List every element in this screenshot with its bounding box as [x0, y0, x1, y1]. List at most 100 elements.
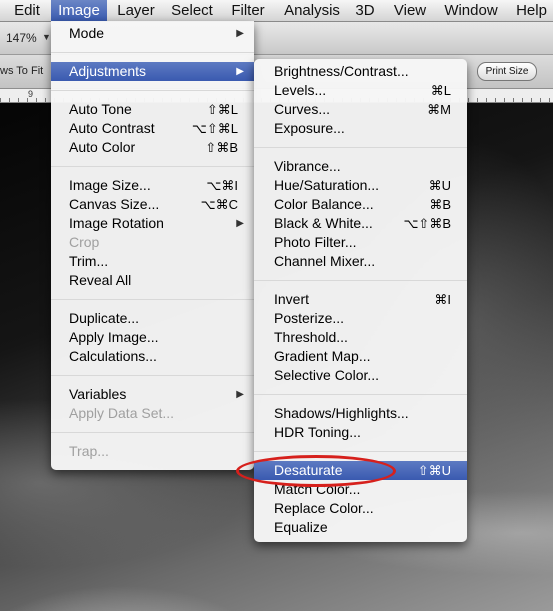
menu-item-label: Channel Mixer... [274, 253, 376, 269]
menu-item-calculations[interactable]: Calculations... [51, 347, 254, 366]
menu-item-label: Invert [274, 291, 310, 307]
menu-item-label: HDR Toning... [274, 424, 361, 440]
menu-item-hdr-toning[interactable]: HDR Toning... [254, 423, 467, 442]
menu-item-auto-color[interactable]: Auto Color ⇧⌘B [51, 138, 254, 157]
menu-item-mode[interactable]: Mode ▶ [51, 24, 254, 43]
menu-item-label: Black & White... [274, 215, 373, 231]
shortcut: ⌥⌘C [200, 197, 238, 212]
menu-item-apply-data-set: Apply Data Set... [51, 404, 254, 423]
menu-item-label: Image Size... [69, 177, 151, 193]
menu-item-photo-filter[interactable]: Photo Filter... [254, 233, 467, 252]
menu-item-selective-color[interactable]: Selective Color... [254, 366, 467, 385]
shortcut: ⇧⌘U [417, 463, 451, 478]
menu-item-trim[interactable]: Trim... [51, 252, 254, 271]
submenu-arrow-icon: ▶ [236, 389, 244, 400]
menu-item-levels[interactable]: Levels... ⌘L [254, 81, 467, 100]
separator [51, 166, 254, 167]
menu-item-curves[interactable]: Curves... ⌘M [254, 100, 467, 119]
menu-item-crop: Crop [51, 233, 254, 252]
menu-item-label: Shadows/Highlights... [274, 405, 409, 421]
menu-3d[interactable]: 3D [352, 0, 378, 21]
ruler-label: 9 [28, 89, 34, 99]
menu-item-exposure[interactable]: Exposure... [254, 119, 467, 138]
menu-item-channel-mixer[interactable]: Channel Mixer... [254, 252, 467, 271]
menu-analysis[interactable]: Analysis [280, 0, 344, 21]
menu-window[interactable]: Window [440, 0, 502, 21]
menu-item-posterize[interactable]: Posterize... [254, 309, 467, 328]
menu-item-trap: Trap... [51, 442, 254, 461]
print-size-button[interactable]: Print Size [477, 62, 537, 81]
shortcut: ⌘U [428, 178, 451, 193]
menu-item-label: Variables [69, 386, 127, 402]
shortcut: ⇧⌘B [205, 140, 238, 155]
menu-select[interactable]: Select [165, 0, 219, 21]
menu-item-label: Posterize... [274, 310, 345, 326]
shortcut: ⌘I [434, 292, 451, 307]
menu-item-label: Equalize [274, 519, 328, 535]
menu-item-equalize[interactable]: Equalize [254, 518, 467, 537]
separator [51, 90, 254, 91]
menu-item-shadows-highlights[interactable]: Shadows/Highlights... [254, 404, 467, 423]
image-menu: Mode ▶ Adjustments ▶ Auto Tone ⇧⌘L Auto Con… [51, 21, 254, 470]
menu-item-black-white[interactable]: Black & White... ⌥⇧⌘B [254, 214, 467, 233]
menu-item-color-balance[interactable]: Color Balance... ⌘B [254, 195, 467, 214]
fit-screen-label[interactable]: ws To Fit [0, 65, 43, 77]
menu-help[interactable]: Help [510, 0, 553, 21]
menu-image[interactable]: Image [51, 0, 107, 21]
menu-item-label: Trim... [69, 253, 109, 269]
menu-item-label: Threshold... [274, 329, 348, 345]
separator [51, 52, 254, 53]
menu-item-label: Reveal All [69, 272, 132, 288]
menu-item-invert[interactable]: Invert ⌘I [254, 290, 467, 309]
menu-item-auto-contrast[interactable]: Auto Contrast ⌥⇧⌘L [51, 119, 254, 138]
menu-item-label: Apply Data Set... [69, 405, 175, 421]
menu-item-variables[interactable]: Variables ▶ [51, 385, 254, 404]
menu-item-gradient-map[interactable]: Gradient Map... [254, 347, 467, 366]
submenu-arrow-icon: ▶ [236, 218, 244, 229]
menu-view[interactable]: View [390, 0, 430, 21]
menu-item-label: Exposure... [274, 120, 345, 136]
menu-item-adjustments[interactable]: Adjustments ▶ [51, 62, 254, 81]
shortcut: ⌘L [430, 83, 451, 98]
menu-item-label: Trap... [69, 443, 109, 459]
menu-item-label: Replace Color... [274, 500, 374, 516]
menu-item-replace-color[interactable]: Replace Color... [254, 499, 467, 518]
separator [51, 299, 254, 300]
shortcut: ⌘B [429, 197, 451, 212]
menu-item-label: Photo Filter... [274, 234, 357, 250]
menu-item-reveal-all[interactable]: Reveal All [51, 271, 254, 290]
menu-item-canvas-size[interactable]: Canvas Size... ⌥⌘C [51, 195, 254, 214]
menu-item-image-size[interactable]: Image Size... ⌥⌘I [51, 176, 254, 195]
submenu-arrow-icon: ▶ [236, 28, 244, 39]
menu-item-brightness-contrast[interactable]: Brightness/Contrast... [254, 62, 467, 81]
menu-item-label: Mode [69, 25, 105, 41]
menu-item-threshold[interactable]: Threshold... [254, 328, 467, 347]
shortcut: ⌥⇧⌘L [191, 121, 238, 136]
separator [254, 394, 467, 395]
shortcut: ⌘M [427, 102, 451, 117]
separator [51, 432, 254, 433]
menu-filter[interactable]: Filter [225, 0, 271, 21]
menu-item-duplicate[interactable]: Duplicate... [51, 309, 254, 328]
menu-item-label: Calculations... [69, 348, 157, 364]
menu-layer[interactable]: Layer [113, 0, 159, 21]
menu-item-label: Crop [69, 234, 100, 250]
menu-item-image-rotation[interactable]: Image Rotation ▶ [51, 214, 254, 233]
shortcut: ⌥⇧⌘B [403, 216, 451, 231]
menu-item-label: Hue/Saturation... [274, 177, 380, 193]
menu-item-apply-image[interactable]: Apply Image... [51, 328, 254, 347]
submenu-arrow-icon: ▶ [236, 66, 244, 77]
menu-item-label: Brightness/Contrast... [274, 63, 409, 79]
chevron-down-icon[interactable]: ▼ [42, 32, 51, 42]
menu-item-label: Image Rotation [69, 215, 164, 231]
menu-item-vibrance[interactable]: Vibrance... [254, 157, 467, 176]
menu-edit[interactable]: Edit [8, 0, 46, 21]
separator [51, 375, 254, 376]
separator [254, 147, 467, 148]
menu-item-auto-tone[interactable]: Auto Tone ⇧⌘L [51, 100, 254, 119]
zoom-level[interactable]: 147% [6, 31, 37, 45]
menu-item-hue-saturation[interactable]: Hue/Saturation... ⌘U [254, 176, 467, 195]
menu-item-label: Auto Tone [69, 101, 132, 117]
annotation-ellipse [236, 455, 396, 487]
separator [254, 280, 467, 281]
